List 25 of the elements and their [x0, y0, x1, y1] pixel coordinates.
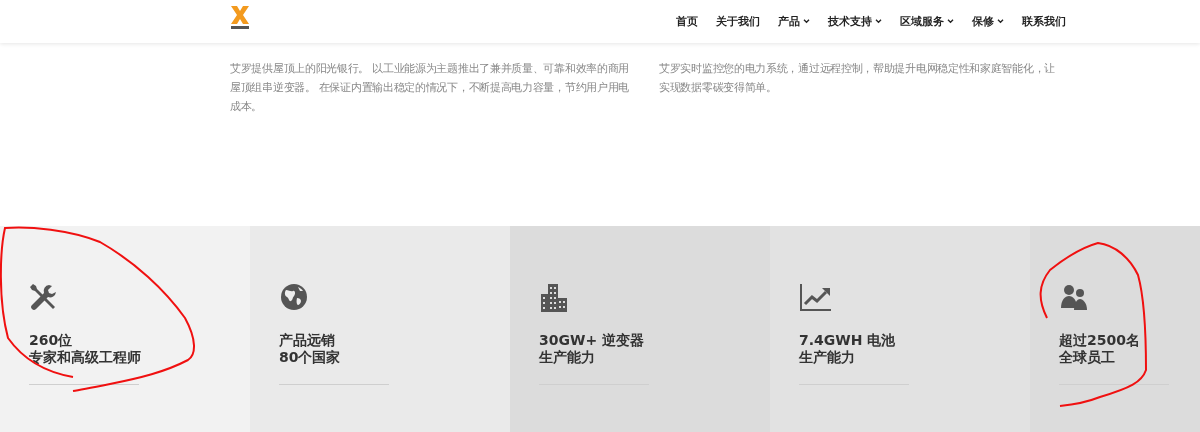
stat-title: 80个国家	[279, 349, 341, 366]
stat-title: 生产能力	[799, 349, 855, 366]
nav-link[interactable]: 保修	[972, 14, 1004, 29]
stat-title: 生产能力	[539, 349, 595, 366]
stat-title: 7.4GWH 电池	[799, 332, 896, 349]
line-chart-icon	[799, 282, 831, 314]
nav-link[interactable]: 联系我们	[1022, 14, 1066, 29]
stat-title: 专家和高级工程师	[29, 349, 141, 366]
caret-icon	[997, 19, 1004, 24]
logo-icon[interactable]	[230, 4, 250, 31]
stat-title: 30GW+ 逆变器	[539, 332, 645, 349]
stat-title: 产品远销	[279, 332, 335, 349]
nav-link[interactable]: 区域服务	[900, 14, 954, 29]
nav-link[interactable]: 技术支持	[828, 14, 882, 29]
stat-title: 超过2500名	[1059, 332, 1140, 349]
nav-link[interactable]: 关于我们	[716, 14, 760, 29]
stat-title: 全球员工	[1059, 349, 1115, 366]
caret-icon	[803, 19, 810, 24]
caret-icon	[875, 19, 882, 24]
stat-title: 260位	[29, 332, 73, 349]
feature-description: 艾罗提供屋顶上的阳光银行。 以工业能源为主题推出了兼并质量、可靠和效率的商用屋顶组串逆变器。 在保证内置输出稳定的情况下，不断提高电力容量，节约用户用电成本。	[230, 61, 631, 115]
feature-description: 艾罗实时监控您的电力系统，通过远程控制，帮助提升电网稳定性和家庭智能化，让实现数据零碳变得简单。	[659, 61, 1056, 96]
nav-link[interactable]: 产品	[778, 14, 810, 29]
caret-icon	[947, 19, 954, 24]
nav-link[interactable]: 首页	[676, 14, 698, 29]
